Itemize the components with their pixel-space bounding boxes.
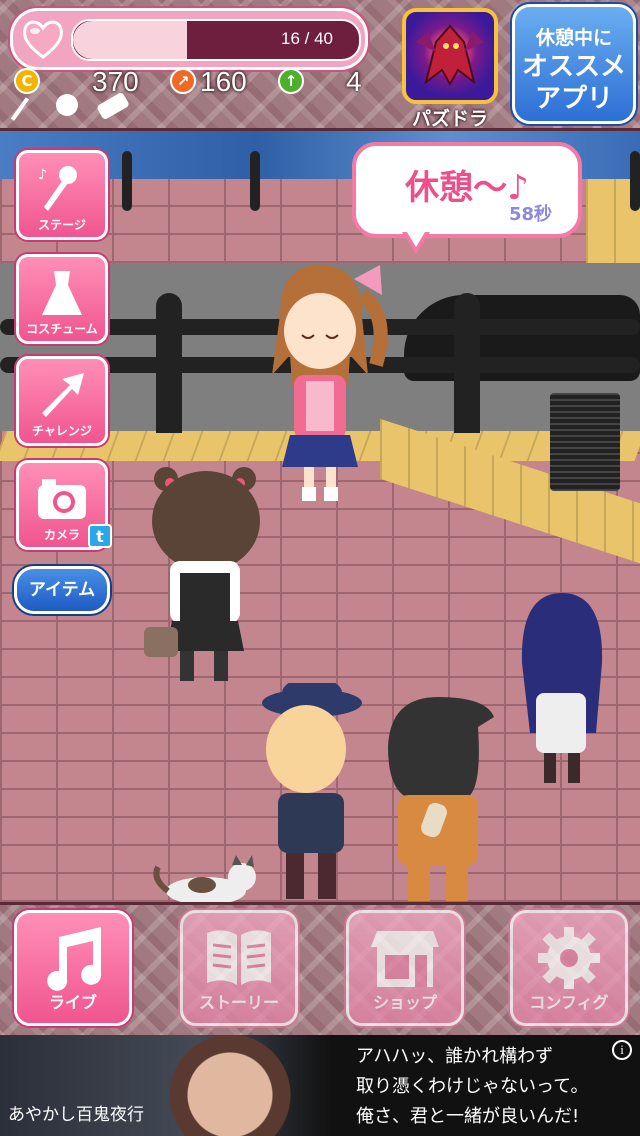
arrow-up-right-icon	[42, 373, 84, 417]
speech-bubble: 休憩〜♪ 58秒	[352, 142, 582, 238]
book-icon	[207, 930, 271, 985]
config-label: コンフィグ	[529, 993, 609, 1012]
costume-label: コスチューム	[26, 322, 98, 336]
dragon-icon	[416, 24, 484, 87]
camera-icon	[38, 479, 86, 519]
shop-button[interactable]: ショップ	[346, 910, 464, 1026]
bollard	[630, 151, 640, 211]
gear-icon	[538, 927, 600, 989]
guard-post	[454, 293, 480, 433]
dress-icon	[42, 271, 82, 315]
coin-icon: C	[14, 68, 40, 94]
ad-text-line-2: 取り憑くわけじゃないって。	[356, 1076, 589, 1097]
ad-logo: あやかし百鬼夜行	[8, 1105, 144, 1125]
challenge-count: 160	[200, 66, 247, 97]
stamina-text: 16 / 40	[281, 29, 333, 48]
challenge-label: チャレンジ	[32, 424, 92, 438]
guard-post	[156, 293, 182, 433]
bubble-tail-inner	[407, 232, 425, 247]
shop-icon	[371, 931, 439, 987]
ad-info-icon[interactable]: i	[612, 1040, 632, 1060]
level-count: 4	[346, 66, 362, 97]
story-button[interactable]: ストーリー	[180, 910, 298, 1026]
stamina-track: 16 / 40	[71, 19, 361, 61]
recommend-line-3: アプリ	[534, 84, 613, 114]
stamina-gauge: 16 / 40	[10, 8, 368, 70]
challenge-arrow-icon: ↗	[170, 68, 196, 94]
stage-label: ステージ	[38, 218, 86, 232]
twitter-icon[interactable]: t	[88, 524, 112, 548]
svg-text:♪: ♪	[38, 167, 47, 183]
recommended-apps-button[interactable]: 休憩中に オススメ アプリ	[512, 4, 636, 124]
live-button[interactable]: ライブ	[14, 910, 132, 1026]
heart-icon	[23, 20, 63, 59]
cat	[153, 855, 256, 902]
item-button[interactable]: アイテム	[14, 566, 110, 614]
ad-text-line-3: 俺さ、君と一緒が良いんだ!	[356, 1106, 580, 1127]
config-button[interactable]: コンフィグ	[510, 910, 628, 1026]
challenge-button[interactable]: チャレンジ	[16, 356, 108, 446]
bollard	[122, 151, 132, 211]
story-label: ストーリー	[198, 993, 279, 1012]
shop-label: ショップ	[372, 993, 437, 1012]
pen-icon	[10, 97, 30, 121]
fan-character	[388, 697, 494, 901]
stamina-fill	[73, 21, 188, 59]
coin-count: 370	[92, 66, 139, 97]
stage-button[interactable]: ♪ ステージ	[16, 150, 108, 240]
rest-timer: 58秒	[508, 204, 552, 225]
idol-character[interactable]	[250, 255, 390, 505]
recommend-line-2: オススメ	[521, 52, 626, 82]
live-label: ライブ	[48, 993, 97, 1012]
fan-character	[262, 683, 362, 899]
puzzle-dragons-label[interactable]: パズドラ	[398, 104, 502, 131]
costume-button[interactable]: コスチューム	[16, 254, 108, 344]
music-note-icon	[47, 927, 102, 991]
fan-character	[521, 593, 603, 783]
puzzle-dragons-app-icon[interactable]	[402, 8, 498, 104]
speaker-box	[550, 393, 620, 491]
level-up-icon: ↑	[278, 68, 304, 94]
fan-character	[144, 467, 260, 681]
recommend-line-1: 休憩中に	[535, 27, 612, 49]
ad-text-line-1: アハハッ、誰かれ構わず	[356, 1046, 554, 1067]
microphone-icon: ♪	[38, 166, 77, 211]
bollard	[250, 151, 260, 211]
microphone-icon	[56, 94, 78, 116]
